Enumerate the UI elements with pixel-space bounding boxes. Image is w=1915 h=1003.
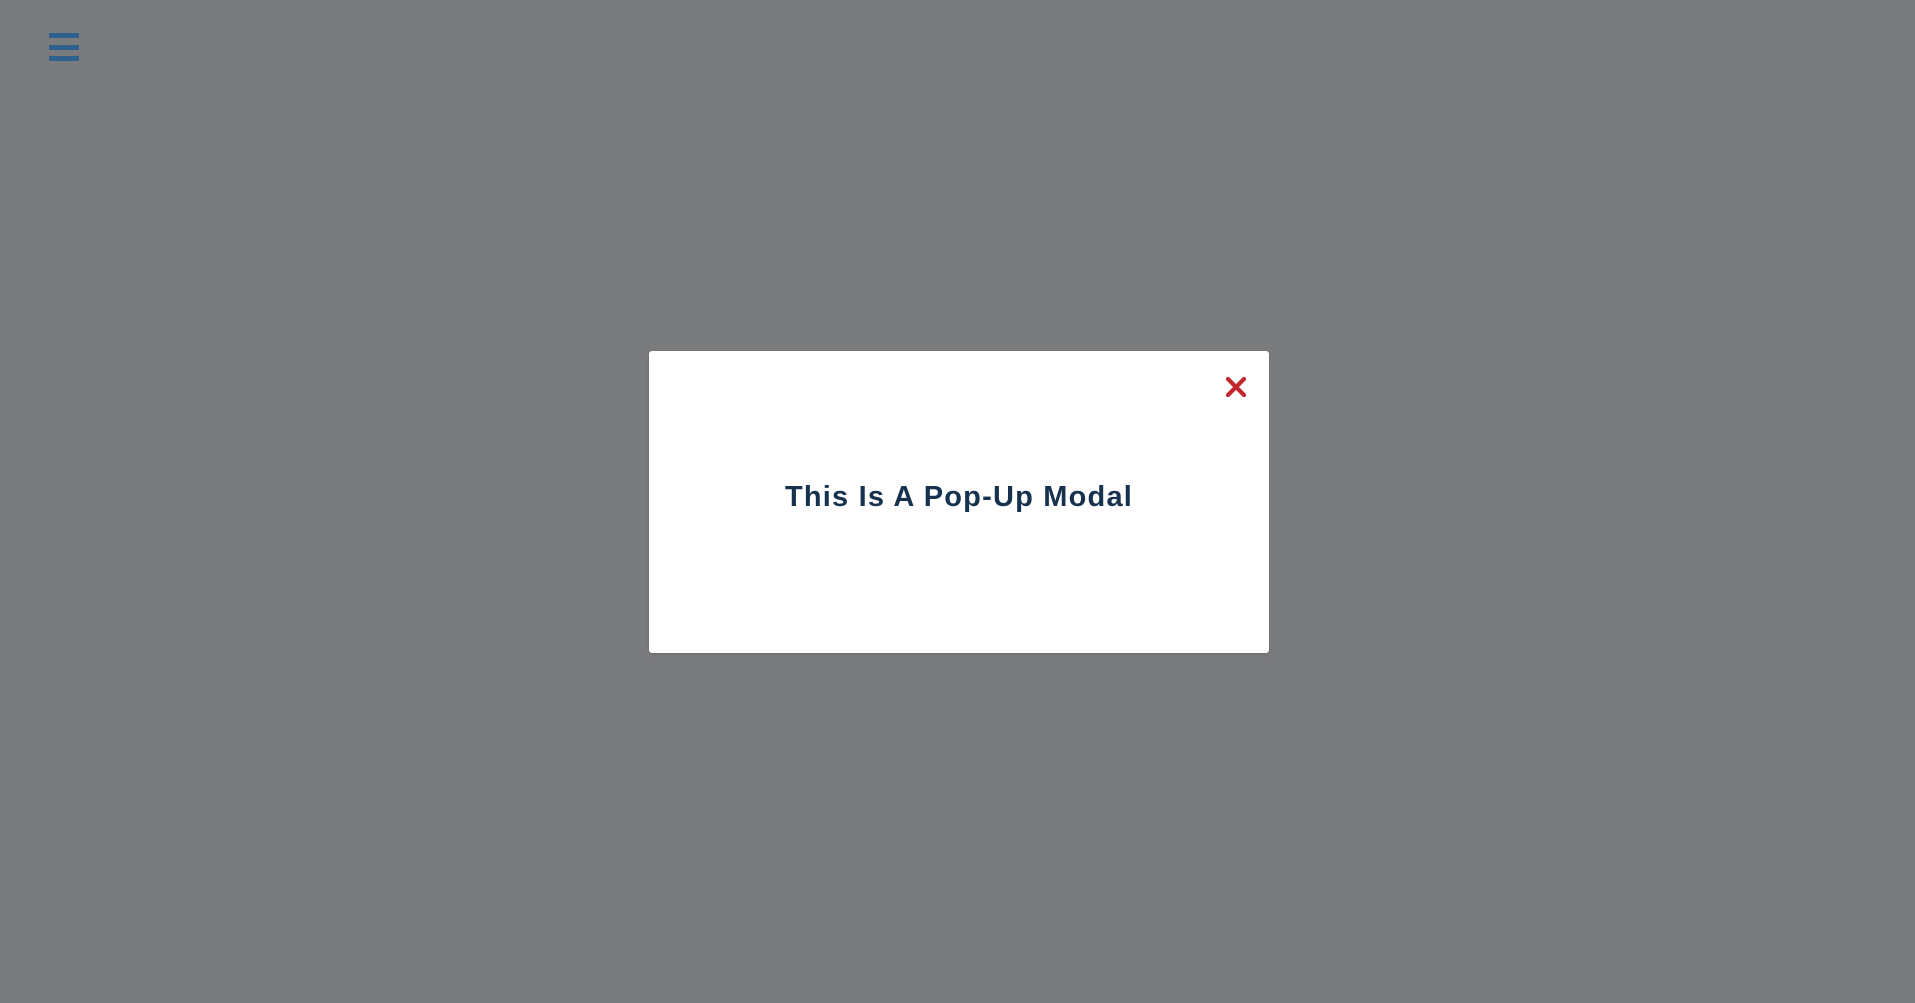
menu-line-middle [49,44,79,50]
menu-line-top [49,33,79,38]
close-icon [1225,376,1247,398]
modal-title: This Is A Pop-Up Modal [784,481,1134,513]
close-button[interactable] [1219,370,1253,404]
popup-modal: This Is A Pop-Up Modal [649,351,1269,653]
hamburger-menu-icon[interactable] [49,33,79,61]
menu-line-bottom [49,56,79,61]
page-overlay: This Is A Pop-Up Modal [0,0,1915,1003]
